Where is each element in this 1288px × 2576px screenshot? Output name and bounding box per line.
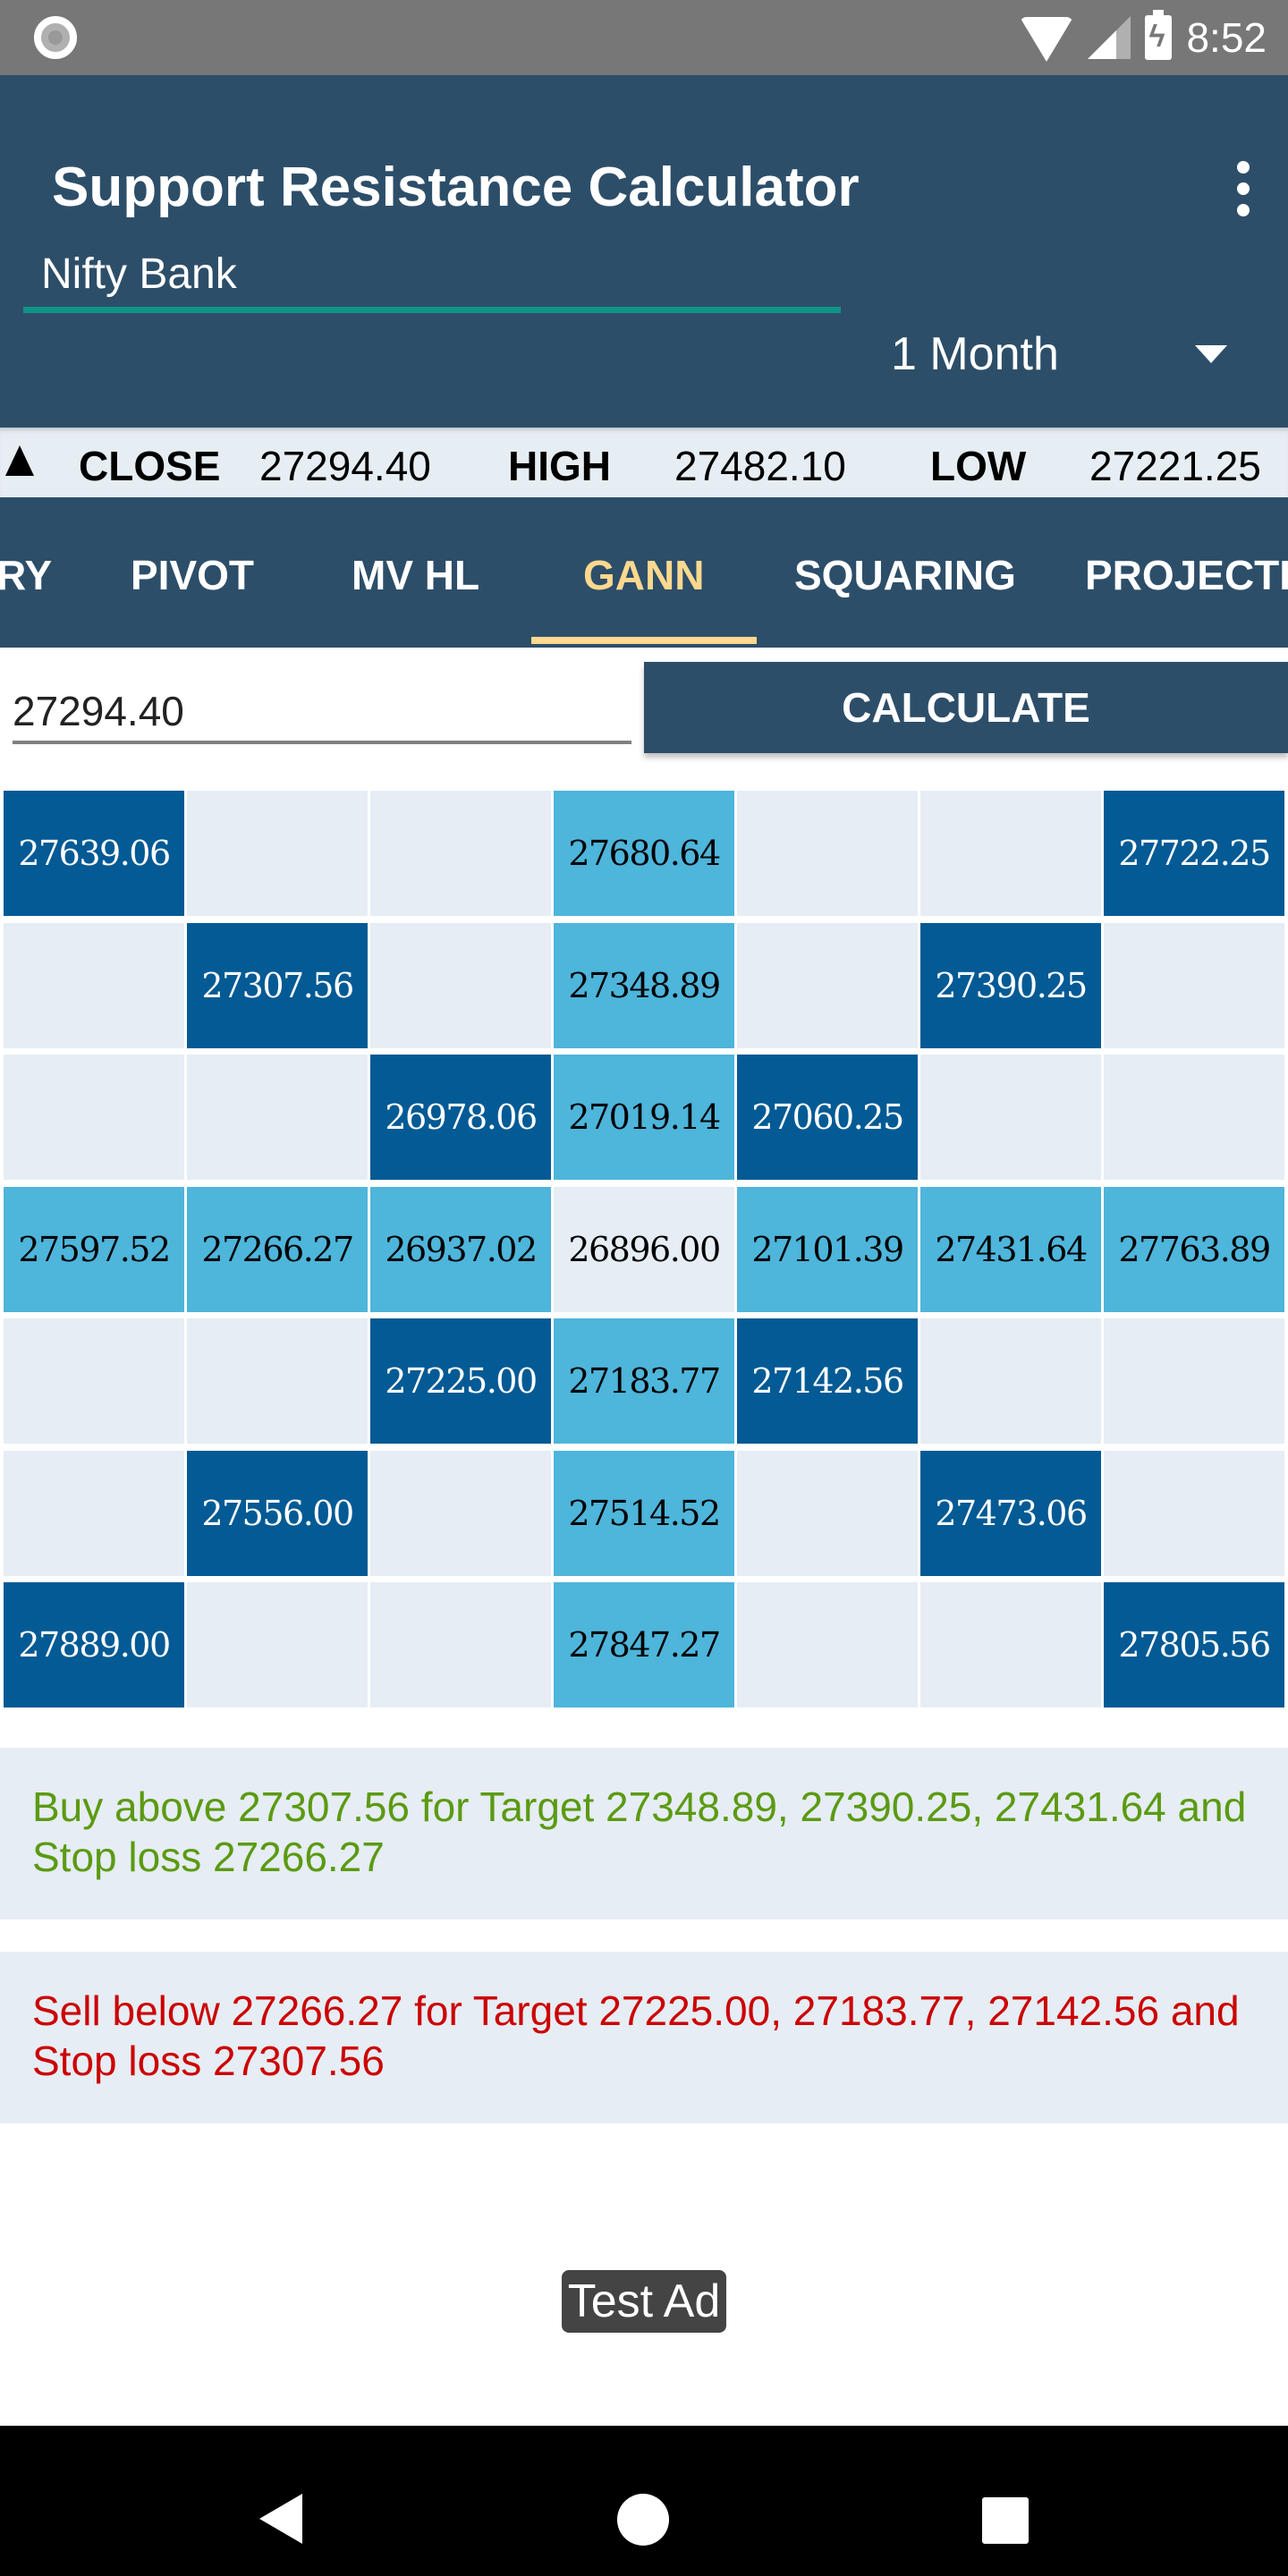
grid-cell: 27390.25	[920, 922, 1101, 1048]
low-value: 27221.25	[1089, 443, 1261, 489]
grid-cell: 27266.27	[187, 1186, 368, 1312]
grid-cell: 26978.06	[370, 1055, 551, 1180]
grid-cell-empty	[370, 1450, 551, 1576]
grid-cell: 27307.56	[187, 922, 368, 1048]
app-title: Support Resistance Calculator	[52, 157, 860, 218]
tab-bar: RY PIVOT MV HL GANN SQUARING PROJECTI	[0, 497, 1288, 648]
grid-row: 27556.00 27514.52 27473.06	[0, 1450, 1288, 1576]
price-input[interactable]	[13, 682, 631, 744]
grid-cell: 27225.00	[370, 1318, 551, 1444]
tab-history[interactable]: RY	[0, 551, 52, 599]
grid-cell: 27431.64	[920, 1186, 1101, 1312]
grid-cell-empty	[737, 1450, 918, 1576]
grid-row: 27639.06 27680.64 27722.25	[0, 791, 1288, 916]
grid-cell: 27597.52	[4, 1186, 184, 1312]
notification-circle-icon	[34, 16, 77, 59]
tab-mv-hl[interactable]: MV HL	[352, 551, 479, 599]
period-selected-value: 1 Month	[891, 328, 1059, 380]
grid-cell: 27142.56	[737, 1318, 918, 1444]
sell-signal-text: Sell below 27266.27 for Target 27225.00,…	[32, 1987, 1240, 2084]
grid-row: 27597.52 27266.27 26937.02 26896.00 27101.39…	[0, 1186, 1288, 1312]
battery-charging-icon	[1145, 10, 1173, 60]
grid-row: 27225.00 27183.77 27142.56	[0, 1318, 1288, 1444]
cell-signal-icon	[1088, 16, 1131, 59]
grid-cell: 27019.14	[554, 1055, 734, 1180]
grid-cell-empty	[737, 1582, 918, 1707]
close-label: CLOSE	[79, 443, 221, 489]
overflow-menu-icon[interactable]	[1225, 157, 1261, 220]
grid-cell-empty	[4, 922, 184, 1048]
grid-row: 27889.00 27847.27 27805.56	[0, 1582, 1288, 1707]
recents-icon[interactable]	[982, 2497, 1029, 2544]
grid-cell: 27805.56	[1104, 1582, 1284, 1707]
grid-cell: 27847.27	[554, 1582, 734, 1707]
grid-cell-empty	[1104, 1055, 1284, 1180]
calculate-button[interactable]: CALCULATE	[644, 662, 1288, 753]
grid-cell: 27348.89	[554, 922, 734, 1048]
active-tab-indicator	[531, 637, 757, 644]
grid-cell-empty	[370, 922, 551, 1048]
up-triangle-icon	[5, 445, 34, 476]
grid-cell-empty	[370, 791, 551, 916]
system-nav-bar	[0, 2426, 1288, 2576]
quote-ticker: CLOSE 27294.40 HIGH 27482.10 LOW 27221.2…	[0, 428, 1288, 497]
wifi-icon	[1020, 17, 1074, 62]
grid-cell-empty	[187, 791, 368, 916]
home-icon[interactable]	[617, 2494, 669, 2546]
tab-projection[interactable]: PROJECTI	[1085, 551, 1288, 599]
grid-cell-empty	[920, 1055, 1101, 1180]
grid-cell: 27722.25	[1104, 791, 1284, 916]
tab-pivot[interactable]: PIVOT	[131, 551, 254, 599]
buy-signal: Buy above 27307.56 for Target 27348.89, …	[0, 1748, 1288, 1919]
tab-gann[interactable]: GANN	[583, 551, 704, 599]
grid-cell: 27060.25	[737, 1055, 918, 1180]
grid-cell: 26896.00	[554, 1186, 734, 1312]
low-label: LOW	[930, 443, 1027, 489]
grid-cell: 27680.64	[554, 791, 734, 916]
status-indicators: 8:52	[1020, 9, 1267, 66]
grid-cell: 26937.02	[370, 1186, 551, 1312]
grid-cell-empty	[920, 791, 1101, 916]
grid-cell: 27889.00	[4, 1582, 184, 1707]
period-dropdown[interactable]: 1 Month	[886, 318, 1261, 390]
grid-cell: 27514.52	[554, 1450, 734, 1576]
grid-cell: 27556.00	[187, 1450, 368, 1576]
high-value: 27482.10	[674, 443, 846, 489]
grid-cell-empty	[1104, 1450, 1284, 1576]
tab-squaring[interactable]: SQUARING	[794, 551, 1016, 599]
dropdown-arrow-icon	[1195, 345, 1227, 363]
status-bar: 8:52	[0, 0, 1288, 75]
test-ad-banner[interactable]: Test Ad	[562, 2270, 726, 2333]
grid-cell: 27473.06	[920, 1450, 1101, 1576]
close-value: 27294.40	[259, 443, 431, 489]
grid-cell-empty	[737, 791, 918, 916]
grid-cell-empty	[187, 1318, 368, 1444]
sell-signal: Sell below 27266.27 for Target 27225.00,…	[0, 1952, 1288, 2123]
grid-cell: 27639.06	[4, 791, 184, 916]
grid-cell-empty	[920, 1582, 1101, 1707]
high-label: HIGH	[508, 443, 611, 489]
symbol-search-input[interactable]	[23, 242, 841, 313]
buy-signal-text: Buy above 27307.56 for Target 27348.89, …	[32, 1784, 1247, 1880]
grid-cell-empty	[4, 1055, 184, 1180]
grid-cell-empty	[4, 1318, 184, 1444]
back-icon[interactable]	[259, 2494, 302, 2544]
grid-cell-empty	[737, 922, 918, 1048]
grid-cell-empty	[1104, 922, 1284, 1048]
grid-cell-empty	[370, 1582, 551, 1707]
grid-cell-empty	[187, 1582, 368, 1707]
grid-row: 26978.06 27019.14 27060.25	[0, 1055, 1288, 1180]
grid-cell-empty	[1104, 1318, 1284, 1444]
grid-cell: 27183.77	[554, 1318, 734, 1444]
grid-cell: 27763.89	[1104, 1186, 1284, 1312]
grid-cell-empty	[187, 1055, 368, 1180]
clock: 8:52	[1186, 14, 1267, 61]
grid-row: 27307.56 27348.89 27390.25	[0, 922, 1288, 1048]
grid-cell-empty	[920, 1318, 1101, 1444]
grid-cell: 27101.39	[737, 1186, 918, 1312]
grid-cell-empty	[4, 1450, 184, 1576]
